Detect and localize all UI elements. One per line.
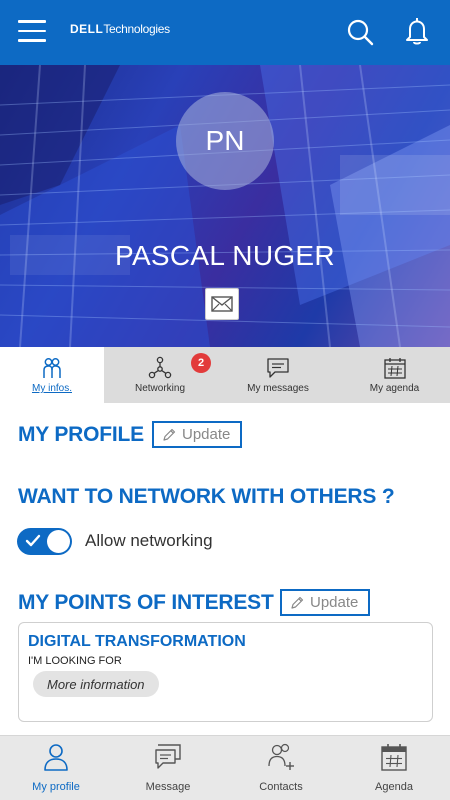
tab-my-messages[interactable]: My messages [223, 347, 333, 403]
notification-badge: 2 [191, 353, 211, 373]
tab-label: My agenda [369, 383, 420, 394]
tab-my-agenda[interactable]: My agenda [339, 347, 450, 403]
calendar-icon [383, 356, 407, 380]
people-icon [40, 356, 64, 380]
my-profile-title: MY PROFILE [18, 423, 144, 446]
bell-icon[interactable] [401, 15, 433, 47]
chat-icon [153, 742, 183, 772]
calendar-icon [379, 742, 409, 772]
avatar: PN [176, 92, 274, 190]
nav-agenda[interactable]: Agenda [338, 736, 450, 800]
toggle-knob [47, 530, 70, 553]
network-title: WANT TO NETWORK WITH OTHERS ? [18, 485, 395, 508]
nav-contacts[interactable]: Contacts [225, 736, 337, 800]
update-profile-button[interactable]: Update [152, 421, 243, 448]
dell-logo: DELLTechnologies [70, 22, 170, 36]
profile-hero: PN PASCAL NUGER [0, 65, 450, 347]
tab-my-infos[interactable]: My infos. [0, 347, 104, 403]
points-of-interest-title: MY POINTS OF INTEREST [18, 591, 274, 614]
profile-tabs: My infos. 2 Networking My messages My ag… [0, 347, 450, 403]
top-app-bar: DELLTechnologies [0, 0, 450, 65]
update-label: Update [310, 594, 359, 611]
contacts-icon [266, 742, 296, 772]
tab-networking[interactable]: 2 Networking [104, 347, 216, 403]
envelope-icon[interactable] [205, 288, 239, 320]
user-name: PASCAL NUGER [115, 240, 335, 271]
pencil-icon [291, 596, 304, 609]
nav-my-profile[interactable]: My profile [0, 736, 112, 800]
menu-icon[interactable] [18, 20, 46, 44]
pencil-icon [163, 428, 176, 441]
network-icon [148, 356, 172, 380]
avatar-initials: PN [205, 125, 245, 156]
interest-title: DIGITAL TRANSFORMATION [28, 633, 246, 650]
bottom-navigation: My profile Message Contacts Agenda [0, 735, 450, 800]
nav-label: Agenda [375, 781, 413, 793]
nav-label: Contacts [259, 781, 303, 793]
search-icon[interactable] [346, 18, 376, 48]
tab-label: Networking [134, 383, 186, 394]
nav-label: My profile [32, 781, 80, 793]
nav-message[interactable]: Message [112, 736, 224, 800]
check-icon [25, 534, 41, 547]
allow-networking-label: Allow networking [85, 531, 213, 550]
person-icon [41, 742, 71, 772]
chat-icon [266, 356, 290, 380]
more-information-button[interactable]: More information [33, 671, 159, 697]
interest-card: DIGITAL TRANSFORMATION I'M LOOKING FOR M… [18, 622, 433, 722]
app-root: DELLTechnologies PN PASCAL NUGER My info… [0, 0, 450, 800]
allow-networking-toggle[interactable] [17, 528, 72, 555]
tab-label: My infos. [31, 383, 72, 394]
interest-subtitle: I'M LOOKING FOR [28, 655, 122, 667]
update-interests-button[interactable]: Update [280, 589, 371, 616]
update-label: Update [182, 426, 231, 443]
nav-label: Message [145, 781, 191, 793]
tab-label: My messages [247, 383, 309, 394]
